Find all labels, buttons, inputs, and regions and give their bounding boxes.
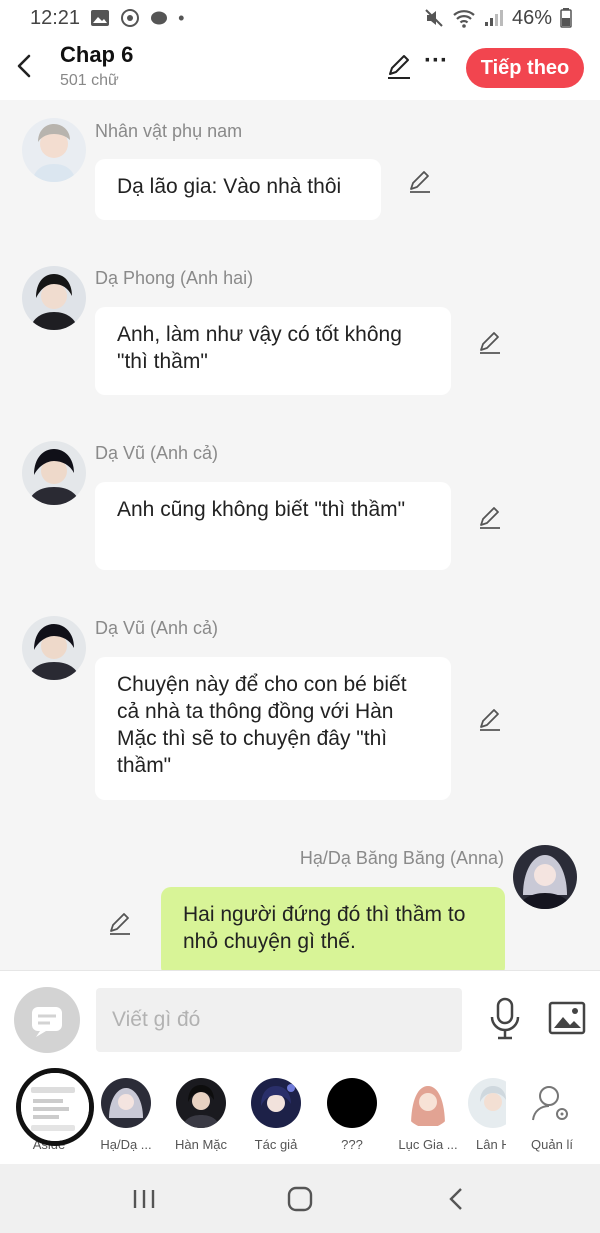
character-avatar bbox=[101, 1078, 151, 1128]
signal-icon bbox=[484, 10, 503, 26]
selected-character-thumbnail[interactable] bbox=[16, 1068, 94, 1146]
recent-apps-icon bbox=[133, 1190, 155, 1208]
recent-apps-button[interactable] bbox=[129, 1184, 159, 1214]
speaker-name: Nhân vật phụ nam bbox=[95, 121, 243, 141]
edit-message-icon[interactable] bbox=[408, 170, 432, 194]
message-bubble[interactable]: Anh cũng không biết "thì thầm" bbox=[95, 482, 451, 570]
more-notifications-icon: • bbox=[178, 7, 185, 28]
composer-bar: Viết gì đó bbox=[0, 970, 600, 1068]
word-count: 501 chữ bbox=[60, 72, 119, 89]
speaker-name: Dạ Vũ (Anh cả) bbox=[95, 618, 219, 638]
mute-icon bbox=[425, 9, 443, 27]
status-bar: 12:21 • 46% bbox=[0, 0, 600, 36]
microphone-icon bbox=[490, 997, 520, 1040]
chevron-left-icon bbox=[17, 54, 31, 78]
chat-notification-icon bbox=[151, 11, 168, 25]
character-avatar bbox=[403, 1078, 453, 1128]
system-nav-bar bbox=[0, 1164, 600, 1233]
speaker-name: Hạ/Dạ Băng Băng (Anna) bbox=[299, 848, 504, 868]
message-bubble[interactable]: Dạ lão gia: Vào nhà thôi bbox=[95, 159, 381, 220]
character-label: Lân H bbox=[476, 1137, 506, 1152]
back-nav-button[interactable] bbox=[441, 1184, 471, 1214]
character-avatar bbox=[251, 1078, 301, 1128]
more-options-button[interactable]: ··· bbox=[424, 47, 448, 78]
character-label: Hàn Mặc bbox=[174, 1137, 228, 1152]
avatar[interactable] bbox=[22, 616, 86, 680]
character-label: Quản lí bbox=[531, 1137, 573, 1152]
composer-menu-button[interactable] bbox=[14, 987, 80, 1053]
back-button[interactable] bbox=[12, 52, 36, 84]
character-label: Lục Gia ... bbox=[398, 1137, 458, 1152]
back-arrow-icon bbox=[449, 1188, 462, 1210]
battery-icon bbox=[560, 8, 572, 28]
voice-button[interactable] bbox=[488, 997, 522, 1041]
character-label: ??? bbox=[341, 1137, 363, 1152]
chapter-title-block: Chap 6 501 chữ bbox=[60, 42, 133, 90]
edit-message-icon[interactable] bbox=[478, 708, 502, 732]
character-avatar bbox=[468, 1078, 506, 1128]
ellipsis-icon: ··· bbox=[424, 47, 448, 74]
gallery-notification-icon bbox=[91, 10, 110, 26]
character-item[interactable]: Lục Gia ... bbox=[390, 1078, 466, 1152]
image-icon bbox=[548, 1001, 586, 1035]
message-bubble[interactable]: Anh, làm như vậy có tốt không "thì thầm" bbox=[95, 307, 451, 395]
pencil-icon bbox=[388, 55, 410, 79]
avatar[interactable] bbox=[22, 118, 86, 182]
chat-thread[interactable]: Nhân vật phụ nam Dạ lão gia: Vào nhà thô… bbox=[0, 100, 600, 970]
image-button[interactable] bbox=[548, 1001, 586, 1035]
home-icon bbox=[287, 1186, 313, 1212]
chapter-title: Chap 6 bbox=[60, 42, 134, 67]
edit-message-icon[interactable] bbox=[478, 331, 502, 355]
manage-characters-button[interactable]: Quản lí bbox=[514, 1078, 590, 1152]
character-item[interactable]: Tác giả bbox=[238, 1078, 314, 1152]
edit-title-button[interactable] bbox=[386, 54, 412, 80]
character-selector: Aside Hạ/Dạ ... Hàn Mặc Tác giả ??? Lục … bbox=[0, 1068, 600, 1164]
user-settings-icon bbox=[527, 1078, 577, 1128]
character-label: Hạ/Dạ ... bbox=[100, 1137, 152, 1152]
character-avatar bbox=[176, 1078, 226, 1128]
character-item[interactable]: Lân H bbox=[468, 1078, 506, 1152]
chat-bubble-icon bbox=[32, 1007, 62, 1037]
speaker-name: Dạ Phong (Anh hai) bbox=[95, 268, 254, 288]
browser-notification-icon bbox=[121, 9, 140, 27]
speaker-name: Dạ Vũ (Anh cả) bbox=[95, 443, 219, 463]
character-item[interactable]: ??? bbox=[314, 1078, 390, 1152]
character-label: Tác giả bbox=[254, 1137, 298, 1152]
edit-message-icon[interactable] bbox=[108, 912, 132, 936]
avatar[interactable] bbox=[22, 441, 86, 505]
message-input[interactable]: Viết gì đó bbox=[96, 988, 462, 1052]
app-header: Chap 6 501 chữ ··· Tiếp theo bbox=[0, 36, 600, 100]
edit-message-icon[interactable] bbox=[478, 506, 502, 530]
message-bubble[interactable]: Chuyện này để cho con bé biết cả nhà ta … bbox=[95, 657, 451, 800]
status-time: 12:21 bbox=[30, 6, 81, 29]
battery-percent: 46% bbox=[511, 6, 552, 29]
home-button[interactable] bbox=[285, 1184, 315, 1214]
avatar[interactable] bbox=[513, 845, 577, 909]
character-item[interactable]: Hàn Mặc bbox=[163, 1078, 239, 1152]
next-chapter-button[interactable]: Tiếp theo bbox=[466, 48, 584, 88]
avatar[interactable] bbox=[22, 266, 86, 330]
character-item[interactable]: Hạ/Dạ ... bbox=[88, 1078, 164, 1152]
character-avatar bbox=[327, 1078, 377, 1128]
message-bubble-own[interactable]: Hai người đứng đó thì thầm to nhỏ chuyện… bbox=[161, 887, 505, 970]
wifi-icon bbox=[453, 10, 475, 28]
